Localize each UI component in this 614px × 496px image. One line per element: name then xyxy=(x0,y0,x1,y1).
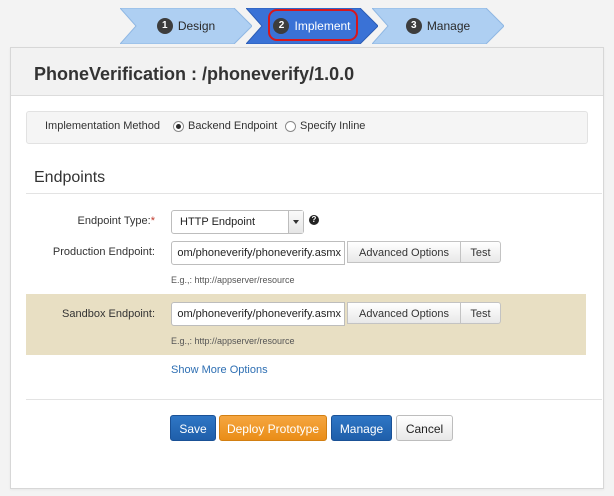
cancel-button[interactable]: Cancel xyxy=(396,415,453,441)
production-advanced-options-button[interactable]: Advanced Options xyxy=(347,241,461,263)
production-endpoint-value: om/phoneverify/phoneverify.asmx xyxy=(177,247,341,259)
required-mark: * xyxy=(150,215,155,227)
sandbox-advanced-options-button[interactable]: Advanced Options xyxy=(347,302,461,324)
radio-specify-inline[interactable] xyxy=(285,121,296,132)
show-more-options-link[interactable]: Show More Options xyxy=(171,364,268,376)
section-divider xyxy=(26,193,602,194)
implement-panel: PhoneVerification : /phoneverify/1.0.0 I… xyxy=(10,47,604,489)
endpoint-type-label: Endpoint Type:* xyxy=(51,215,155,227)
wizard-step-manage[interactable]: 3 Manage xyxy=(372,8,504,44)
highlight-annotation xyxy=(268,9,358,41)
chevron-down-icon[interactable] xyxy=(288,211,303,233)
step-number-badge: 1 xyxy=(156,18,173,34)
step-label: Manage xyxy=(426,19,471,33)
sandbox-endpoint-value: om/phoneverify/phoneverify.asmx xyxy=(177,308,341,320)
endpoint-type-select[interactable]: HTTP Endpoint xyxy=(171,210,304,234)
actions-divider xyxy=(26,399,602,400)
radio-label-specify-inline: Specify Inline xyxy=(300,120,366,132)
step-number-badge: 3 xyxy=(405,18,422,34)
wizard-step-design[interactable]: 1 Design xyxy=(120,8,252,44)
endpoint-type-label-text: Endpoint Type: xyxy=(77,215,151,227)
endpoint-type-value: HTTP Endpoint xyxy=(180,216,256,228)
manage-button[interactable]: Manage xyxy=(331,415,392,441)
radio-backend-endpoint[interactable] xyxy=(173,121,184,132)
implementation-method-label: Implementation Method xyxy=(45,120,160,132)
sandbox-endpoint-label: Sandbox Endpoint: xyxy=(62,308,155,320)
endpoints-heading: Endpoints xyxy=(34,169,106,186)
deploy-prototype-button[interactable]: Deploy Prototype xyxy=(219,415,327,441)
sandbox-endpoint-hint: E.g.,: http://appserver/resource xyxy=(171,336,295,346)
help-icon[interactable]: ? xyxy=(309,215,319,225)
radio-label-backend-endpoint: Backend Endpoint xyxy=(188,120,278,132)
sandbox-endpoint-input[interactable]: om/phoneverify/phoneverify.asmx xyxy=(171,302,345,326)
wizard-steps: 1 Design 2 Implement 3 Manage xyxy=(0,8,614,44)
implementation-method-box: Implementation Method Backend Endpoint S… xyxy=(26,111,588,144)
production-endpoint-label: Production Endpoint: xyxy=(52,246,155,258)
production-test-button[interactable]: Test xyxy=(460,241,501,263)
sandbox-test-button[interactable]: Test xyxy=(460,302,501,324)
production-endpoint-input[interactable]: om/phoneverify/phoneverify.asmx xyxy=(171,241,345,265)
save-button[interactable]: Save xyxy=(170,415,216,441)
production-endpoint-hint: E.g.,: http://appserver/resource xyxy=(171,275,295,285)
step-label: Design xyxy=(177,19,216,33)
page-title: PhoneVerification : /phoneverify/1.0.0 xyxy=(34,64,355,84)
